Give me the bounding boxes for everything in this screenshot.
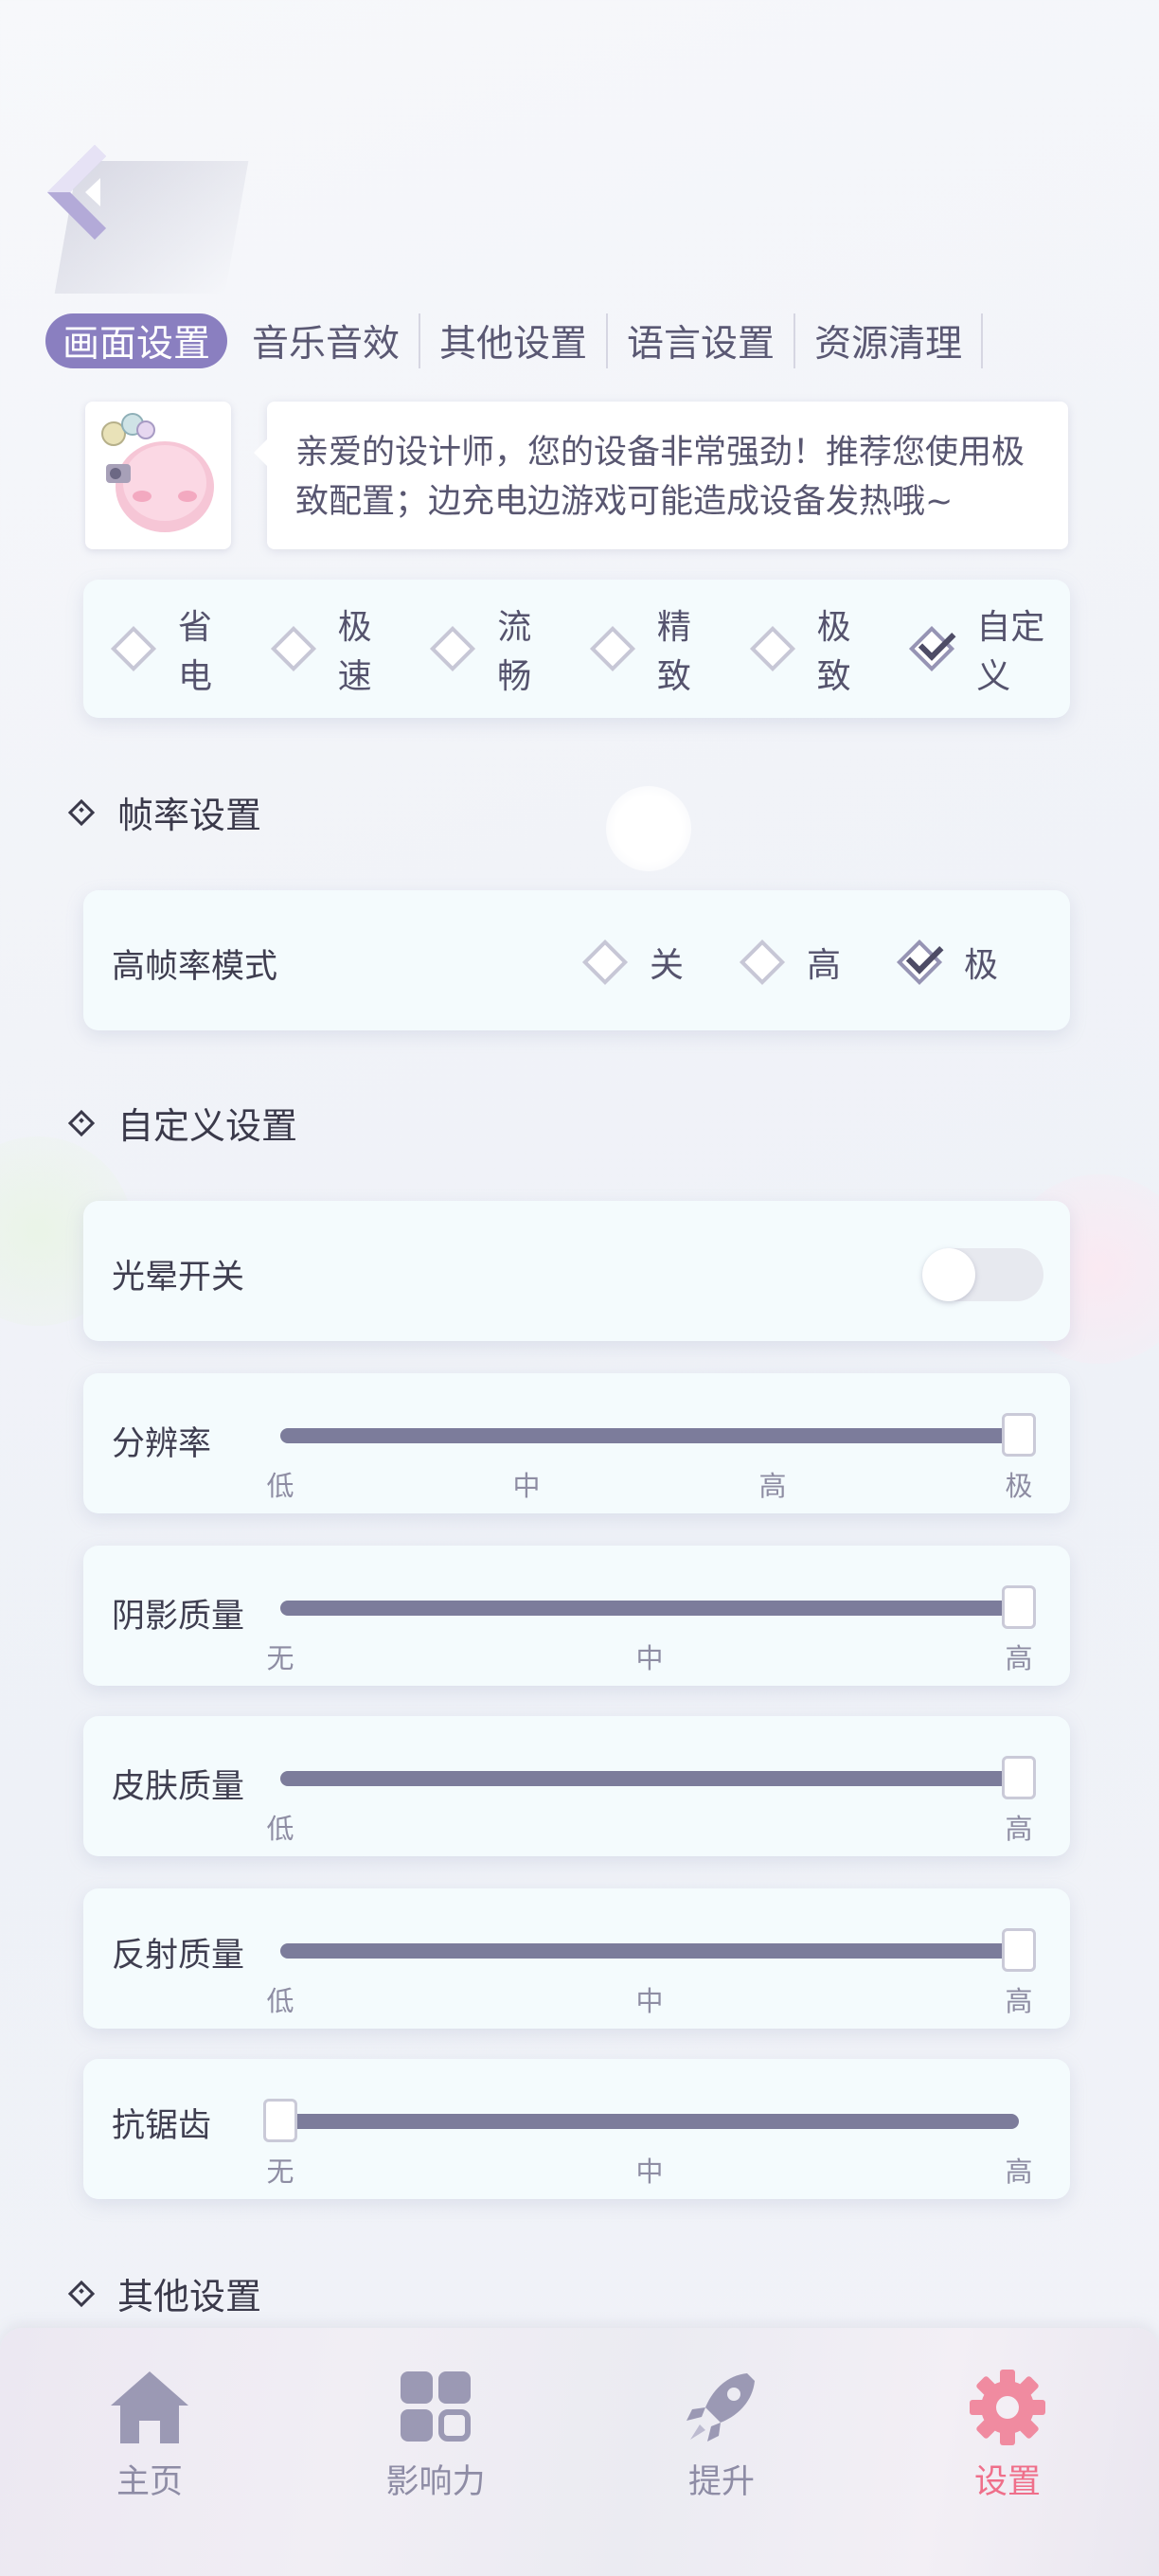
skin-quality-card: 皮肤质量 低 高	[83, 1716, 1070, 1856]
reflection-quality-card: 反射质量 低 中 高	[83, 1888, 1070, 2029]
section-other: 其他设置	[67, 2267, 261, 2319]
nav-upgrade[interactable]: 提升	[636, 2368, 807, 2503]
antialias-card: 抗锯齿 无 中 高	[83, 2059, 1070, 2199]
rocket-icon	[679, 2368, 764, 2447]
bloom-label: 光晕开关	[112, 1259, 245, 1297]
toggle-knob	[922, 1248, 975, 1301]
reflection-slider-thumb[interactable]	[1002, 1928, 1036, 1972]
slider-tick-label: 高	[1005, 1813, 1033, 1845]
slider-tick-label: 低	[266, 1470, 294, 1502]
bloom-card: 光晕开关	[83, 1201, 1070, 1341]
framerate-option-extreme[interactable]: 极	[896, 937, 998, 987]
slider-tick-label: 高	[1005, 1985, 1033, 2017]
radio-diamond-icon	[581, 939, 629, 986]
tip-line-2: 致配置；边充电边游戏可能造成设备发热哦~	[295, 483, 954, 521]
skin-slider-track[interactable]	[280, 1771, 1019, 1786]
slider-tick-label: 中	[635, 1642, 664, 1674]
antialias-slider-track[interactable]	[280, 2114, 1019, 2129]
resolution-slider-track[interactable]	[280, 1428, 1019, 1443]
radio-diamond-icon	[589, 625, 635, 672]
tip-line-1: 亲爱的设计师，您的设备非常强劲！推荐您使用极	[295, 434, 1025, 472]
quality-preset-card: 省电 极速 流畅 精致 极致 自定义	[83, 580, 1070, 718]
settings-tabs: 画面设置 音乐音效 其他设置 语言设置 资源清理	[45, 309, 984, 373]
nav-home[interactable]: 主页	[64, 2368, 235, 2503]
nav-settings[interactable]: 设置	[922, 2368, 1093, 2503]
antialias-slider-thumb[interactable]	[263, 2099, 297, 2142]
radio-diamond-icon	[739, 939, 786, 986]
tab-resource-cleanup[interactable]: 资源清理	[795, 313, 984, 368]
radio-checked-icon	[909, 623, 956, 672]
shadow-slider-thumb[interactable]	[1002, 1585, 1036, 1629]
slider-tick-label: 中	[635, 1985, 664, 2017]
tab-audio[interactable]: 音乐音效	[233, 313, 421, 368]
grid-icon	[393, 2368, 478, 2447]
resolution-label: 分辨率	[112, 1425, 212, 1463]
gear-icon	[965, 2368, 1050, 2447]
reflection-quality-label: 反射质量	[112, 1937, 245, 1975]
section-custom: 自定义设置	[67, 1097, 297, 1149]
preset-option-power-saving[interactable]: 省电	[110, 599, 240, 698]
preset-option-fast[interactable]: 极速	[270, 599, 400, 698]
slider-tick-label: 中	[512, 1470, 541, 1502]
framerate-card: 高帧率模式 关 高 极	[83, 890, 1070, 1030]
preset-option-fine[interactable]: 精致	[589, 599, 719, 698]
antialias-label: 抗锯齿	[112, 2107, 212, 2145]
background-glow	[606, 786, 691, 871]
home-icon	[107, 2368, 192, 2447]
slider-tick-label: 高	[1005, 2156, 1033, 2188]
resolution-slider-thumb[interactable]	[1002, 1413, 1036, 1457]
radio-checked-icon	[896, 937, 944, 986]
shadow-quality-card: 阴影质量 无 中 高	[83, 1546, 1070, 1686]
radio-diamond-icon	[749, 625, 795, 672]
slider-tick-label: 极	[1005, 1470, 1033, 1502]
tab-other[interactable]: 其他设置	[420, 313, 609, 368]
framerate-option-high[interactable]: 高	[739, 938, 841, 987]
skin-slider-thumb[interactable]	[1002, 1756, 1036, 1799]
slider-tick-label: 无	[266, 2156, 294, 2188]
mascot-avatar	[85, 402, 231, 549]
slider-tick-label: 中	[635, 2156, 664, 2188]
tab-language[interactable]: 语言设置	[608, 313, 796, 368]
resolution-card: 分辨率 低 中 高 极	[83, 1373, 1070, 1513]
shadow-slider-track[interactable]	[280, 1601, 1019, 1616]
bottom-navigation: 主页 影响力 提升 设置	[0, 2328, 1159, 2576]
slider-tick-label: 高	[758, 1470, 787, 1502]
preset-option-custom[interactable]: 自定义	[909, 599, 1070, 698]
high-framerate-label: 高帧率模式	[112, 948, 278, 986]
shadow-quality-label: 阴影质量	[112, 1598, 245, 1636]
nav-influence[interactable]: 影响力	[350, 2368, 521, 2503]
slider-tick-label: 无	[266, 1642, 294, 1674]
preset-option-ultimate[interactable]: 极致	[749, 599, 879, 698]
radio-diamond-icon	[270, 625, 316, 672]
back-button[interactable]	[38, 140, 123, 244]
skin-quality-label: 皮肤质量	[112, 1768, 245, 1806]
preset-option-smooth[interactable]: 流畅	[430, 599, 559, 698]
radio-diamond-icon	[110, 625, 157, 672]
back-arrow-icon	[47, 145, 106, 240]
slider-tick-label: 低	[266, 1985, 294, 2017]
section-diamond-icon	[67, 2280, 96, 2307]
slider-tick-label: 低	[266, 1813, 294, 1845]
slider-tick-label: 高	[1005, 1642, 1033, 1674]
tab-graphics[interactable]: 画面设置	[45, 313, 228, 368]
section-diamond-icon	[67, 1109, 96, 1136]
bloom-toggle[interactable]	[922, 1248, 1043, 1301]
radio-diamond-icon	[430, 625, 476, 672]
reflection-slider-track[interactable]	[280, 1943, 1019, 1959]
section-framerate: 帧率设置	[67, 786, 261, 838]
framerate-option-off[interactable]: 关	[581, 938, 684, 987]
section-diamond-icon	[67, 798, 96, 826]
recommendation-tip: 亲爱的设计师，您的设备非常强劲！推荐您使用极 致配置；边充电边游戏可能造成设备发…	[254, 402, 1068, 549]
